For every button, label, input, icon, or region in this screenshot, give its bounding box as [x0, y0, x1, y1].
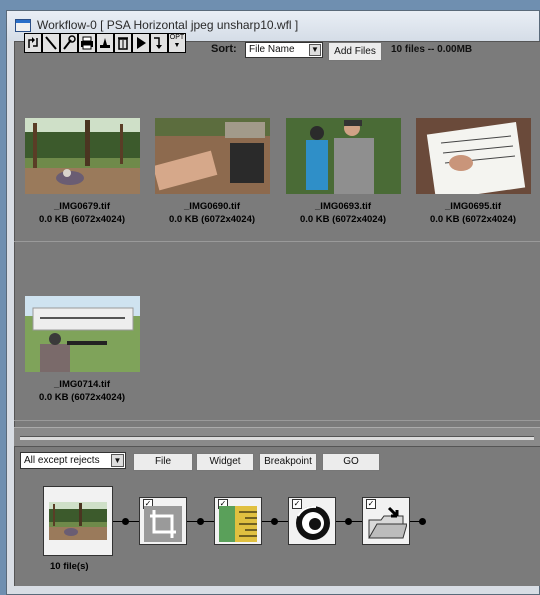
splitter-handle[interactable] — [20, 436, 534, 440]
row-separator — [14, 241, 540, 242]
thumbnail-info: 0.0 KB (6072x4024) — [168, 214, 256, 225]
refresh-arrows-icon[interactable] — [24, 33, 42, 53]
print-icon[interactable] — [78, 33, 96, 53]
sort-label: Sort: — [211, 43, 237, 55]
breakpoint-button[interactable]: Breakpoint — [259, 453, 317, 471]
wand-icon[interactable] — [42, 33, 60, 53]
opt-icon-label: OPT — [169, 34, 185, 41]
window-icon — [15, 19, 31, 32]
file-source-node[interactable] — [43, 486, 113, 556]
crop-icon[interactable]: ✓ — [139, 497, 187, 545]
chevron-down-icon[interactable]: ▼ — [111, 454, 124, 467]
opt-icon[interactable]: OPT ▼ — [168, 33, 186, 53]
thumbnail-image[interactable] — [416, 118, 531, 194]
add-files-button[interactable]: Add Files — [328, 42, 382, 61]
thumbnail-info: 0.0 KB (6072x4024) — [429, 214, 517, 225]
row-separator — [14, 420, 540, 421]
step-icon[interactable] — [150, 33, 168, 53]
thumbnail-name: _IMG0695.tif — [445, 201, 501, 212]
go-button[interactable]: GO — [322, 453, 380, 471]
filter-value: All except rejects — [24, 455, 100, 466]
stamp-icon[interactable] — [96, 33, 114, 53]
widget-button[interactable]: Widget — [196, 453, 254, 471]
thumbnail-image[interactable] — [25, 296, 140, 372]
file-button[interactable]: File — [133, 453, 193, 471]
sort-select[interactable]: File Name ▼ — [245, 42, 323, 58]
thumbnail-image[interactable] — [286, 118, 401, 194]
ruler-icon[interactable]: ✓ — [214, 497, 262, 545]
lens-icon[interactable]: ✓ — [288, 497, 336, 545]
filter-select[interactable]: All except rejects ▼ — [20, 452, 126, 469]
connector-dot — [345, 518, 352, 525]
connector-dot — [197, 518, 204, 525]
thumbnail-name: _IMG0693.tif — [315, 201, 371, 212]
thumbnail-name: _IMG0714.tif — [54, 379, 110, 390]
thumbnail-info: 0.0 KB (6072x4024) — [299, 214, 387, 225]
thumbnail-name: _IMG0679.tif — [54, 201, 110, 212]
thumbnail-name: _IMG0690.tif — [184, 201, 240, 212]
connector-dot — [271, 518, 278, 525]
thumbnail-info: 0.0 KB (6072x4024) — [38, 214, 126, 225]
thumbnail-image[interactable] — [25, 118, 140, 194]
file-count: 10 file(s) — [50, 561, 89, 572]
trash-icon[interactable] — [114, 33, 132, 53]
thumbnail-info: 0.0 KB (6072x4024) — [38, 392, 126, 403]
sort-value: File Name — [249, 44, 295, 55]
thumbnail-image[interactable] — [155, 118, 270, 194]
pane-splitter[interactable] — [14, 427, 540, 447]
save-folder-icon[interactable]: ✓ — [362, 497, 410, 545]
connector-dot — [122, 518, 129, 525]
tools-icon[interactable] — [60, 33, 78, 53]
connector-dot — [419, 518, 426, 525]
chevron-down-icon[interactable]: ▼ — [309, 44, 321, 56]
window-title: Workflow-0 [ PSA Horizontal jpeg unsharp… — [37, 18, 299, 32]
play-icon[interactable] — [132, 33, 150, 53]
file-summary: 10 files -- 0.00MB — [391, 44, 473, 55]
